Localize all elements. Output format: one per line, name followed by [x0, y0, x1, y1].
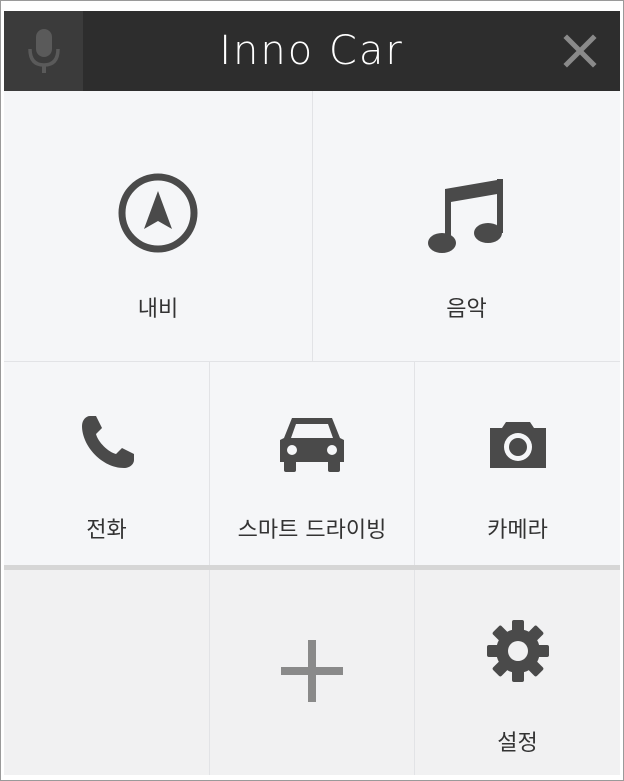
tile-smart-drive[interactable]: 스마트 드라이빙: [210, 362, 414, 565]
grid-divider: [414, 570, 415, 775]
tile-music-label: 음악: [446, 297, 487, 322]
grid-divider: [209, 362, 210, 565]
app-title: Inno Car: [219, 28, 404, 74]
tile-settings[interactable]: 설정: [415, 570, 620, 775]
tile-camera-label: 카메라: [487, 518, 548, 543]
grid-divider: [4, 361, 620, 362]
voice-button[interactable]: [4, 11, 83, 91]
tile-empty: [4, 570, 209, 775]
microphone-icon: [27, 29, 60, 73]
header-bar: Inno Car: [4, 11, 620, 91]
navigation-arrow-icon: [118, 173, 198, 253]
tile-camera[interactable]: 카메라: [415, 362, 620, 565]
tile-navi-label: 내비: [137, 297, 179, 322]
app-root: Inno Car 내비 음악 전화 스마트 드라이빙 카메라 설정: [4, 11, 620, 775]
plus-icon: [281, 640, 343, 702]
window-frame: Inno Car 내비 음악 전화 스마트 드라이빙 카메라 설정: [0, 0, 624, 781]
car-icon: [280, 418, 344, 472]
phone-icon: [81, 416, 134, 468]
tile-settings-label: 설정: [497, 731, 538, 756]
tile-navi[interactable]: 내비: [4, 91, 312, 361]
gear-icon: [486, 620, 549, 682]
close-button[interactable]: [540, 11, 620, 91]
tile-music[interactable]: 음악: [313, 91, 620, 361]
grid-divider: [209, 570, 210, 775]
camera-icon: [489, 422, 546, 468]
tile-phone-label: 전화: [86, 518, 127, 543]
tile-smart-drive-label: 스마트 드라이빙: [237, 518, 387, 543]
tile-phone[interactable]: 전화: [4, 362, 209, 565]
grid-divider: [312, 91, 313, 361]
music-note-icon: [427, 179, 503, 253]
close-icon: [563, 34, 597, 68]
grid-divider: [414, 362, 415, 565]
tile-add[interactable]: [210, 570, 414, 775]
